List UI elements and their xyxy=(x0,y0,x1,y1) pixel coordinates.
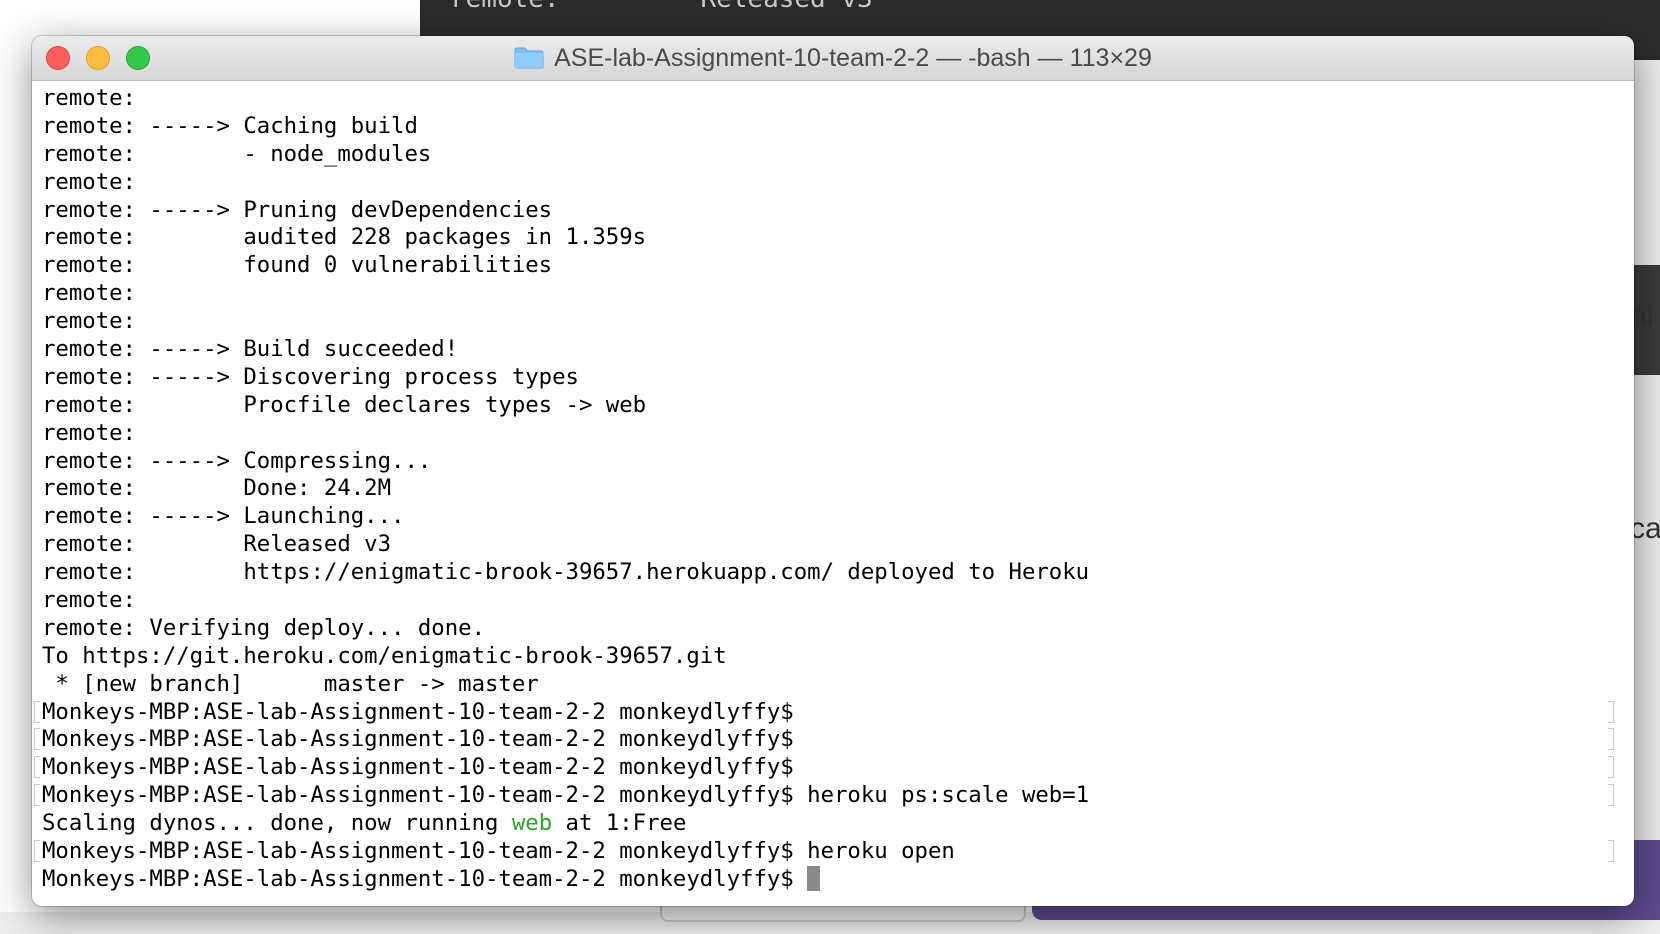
terminal-line-text: To https://git.heroku.com/enigmatic-broo… xyxy=(42,642,727,669)
terminal-line-text: Monkeys-MBP:ASE-lab-Assignment-10-team-2… xyxy=(42,726,808,753)
folder-icon xyxy=(514,47,544,69)
window-title-text: ASE-lab-Assignment-10-team-2-2 — -bash —… xyxy=(554,43,1152,72)
mark-bracket xyxy=(1608,756,1614,779)
terminal-line-text: remote: Verifying deploy... done. xyxy=(42,614,485,641)
terminal-line-text: at 1:Free xyxy=(552,810,687,837)
terminal-line: remote: xyxy=(42,420,1634,448)
terminal-line: Monkeys-MBP:ASE-lab-Assignment-10-team-2… xyxy=(34,726,1634,754)
mark-bracket xyxy=(34,756,40,779)
terminal-line: Monkeys-MBP:ASE-lab-Assignment-10-team-2… xyxy=(34,782,1634,810)
terminal-line: remote: Released v3 xyxy=(42,531,1634,559)
terminal-line-text: remote: -----> Launching... xyxy=(42,503,405,530)
terminal-line: remote: Verifying deploy... done. xyxy=(42,615,1634,643)
terminal-line-text: remote: Procfile declares types -> web xyxy=(42,391,647,418)
terminal-line: remote: https://enigmatic-brook-39657.he… xyxy=(42,559,1634,587)
terminal-line-text: remote: - node_modules xyxy=(42,140,432,167)
terminal-line-text: Monkeys-MBP:ASE-lab-Assignment-10-team-2… xyxy=(42,782,1090,809)
terminal-output[interactable]: remote: remote: -----> Caching build remo… xyxy=(32,81,1634,894)
terminal-line-text: remote: xyxy=(42,85,150,111)
terminal-line: remote: -----> Pruning devDependencies xyxy=(42,197,1634,225)
terminal-line: remote: - node_modules xyxy=(42,141,1634,169)
terminal-line: remote: audited 228 packages in 1.359s xyxy=(42,224,1634,252)
terminal-line-text: remote: found 0 vulnerabilities xyxy=(42,252,553,279)
terminal-line-text: Monkeys-MBP:ASE-lab-Assignment-10-team-2… xyxy=(42,838,955,865)
mark-bracket xyxy=(1608,840,1614,863)
terminal-line-text: remote: Released v3 xyxy=(42,531,392,558)
window-title: ASE-lab-Assignment-10-team-2-2 — -bash —… xyxy=(32,36,1634,80)
terminal-line: Monkeys-MBP:ASE-lab-Assignment-10-team-2… xyxy=(34,838,1634,866)
terminal-line: remote: -----> Caching build xyxy=(42,113,1634,141)
terminal-line: Scaling dynos... done, now running web a… xyxy=(42,810,1634,838)
terminal-line-text: remote: -----> Pruning devDependencies xyxy=(42,196,553,223)
terminal-line: remote: xyxy=(42,280,1634,308)
terminal-line: * [new branch] master -> master xyxy=(42,671,1634,699)
mark-bracket xyxy=(34,840,40,863)
terminal-line: Monkeys-MBP:ASE-lab-Assignment-10-team-2… xyxy=(34,698,1634,727)
terminal-line-text: remote: https://enigmatic-brook-39657.he… xyxy=(42,559,1090,586)
terminal-line-text: remote: xyxy=(42,419,150,446)
background-terminal-text: remote: Released v3 xyxy=(450,0,873,14)
terminal-line: remote: xyxy=(42,85,1634,113)
terminal-line-text: Monkeys-MBP:ASE-lab-Assignment-10-team-2… xyxy=(42,698,808,725)
terminal-line-text: Scaling dynos... done, now running xyxy=(42,810,512,837)
terminal-line: remote: -----> Launching... xyxy=(42,503,1634,531)
terminal-line-text: * [new branch] master -> master xyxy=(42,670,539,697)
terminal-line: remote: -----> Discovering process types xyxy=(42,364,1634,392)
terminal-line-text: remote: -----> Build succeeded! xyxy=(42,336,459,363)
mark-bracket xyxy=(34,700,40,723)
mark-bracket xyxy=(1608,700,1614,723)
terminal-line-text: remote: xyxy=(42,280,150,307)
mark-bracket xyxy=(1608,784,1614,807)
mark-bracket xyxy=(34,784,40,807)
terminal-line-text: remote: xyxy=(42,308,150,335)
terminal-line-text: remote: -----> Caching build xyxy=(42,112,418,139)
terminal-line-text: remote: xyxy=(42,587,150,614)
terminal-line: remote: -----> Build succeeded! xyxy=(42,336,1634,364)
terminal-prompt-line[interactable]: Monkeys-MBP:ASE-lab-Assignment-10-team-2… xyxy=(42,865,1634,894)
terminal-line: remote: xyxy=(42,308,1634,336)
terminal-line-text: Monkeys-MBP:ASE-lab-Assignment-10-team-2… xyxy=(42,754,808,781)
terminal-line-text: remote: Done: 24.2M xyxy=(42,475,392,502)
terminal-line: remote: found 0 vulnerabilities xyxy=(42,252,1634,280)
terminal-line: remote: xyxy=(42,169,1634,197)
title-bar[interactable]: ASE-lab-Assignment-10-team-2-2 — -bash —… xyxy=(32,36,1634,81)
terminal-line-text: remote: xyxy=(42,168,150,195)
terminal-window: ASE-lab-Assignment-10-team-2-2 — -bash —… xyxy=(32,36,1634,906)
highlighted-text: web xyxy=(511,810,553,837)
mark-bracket xyxy=(1608,728,1614,751)
terminal-line: Monkeys-MBP:ASE-lab-Assignment-10-team-2… xyxy=(34,754,1634,782)
terminal-line: remote: -----> Compressing... xyxy=(42,448,1634,476)
text-cursor[interactable] xyxy=(807,865,821,891)
shell-prompt: Monkeys-MBP:ASE-lab-Assignment-10-team-2… xyxy=(42,865,808,892)
terminal-line: remote: xyxy=(42,587,1634,615)
background-text-fragment: ca xyxy=(1630,512,1660,545)
terminal-line-text: remote: -----> Compressing... xyxy=(42,447,432,474)
terminal-line-text: remote: -----> Discovering process types xyxy=(42,363,579,390)
terminal-line-text: remote: audited 228 packages in 1.359s xyxy=(42,224,647,251)
terminal-line: remote: Done: 24.2M xyxy=(42,475,1634,503)
terminal-line: remote: Procfile declares types -> web xyxy=(42,392,1634,420)
terminal-line: To https://git.heroku.com/enigmatic-broo… xyxy=(42,643,1634,671)
mark-bracket xyxy=(34,728,40,751)
